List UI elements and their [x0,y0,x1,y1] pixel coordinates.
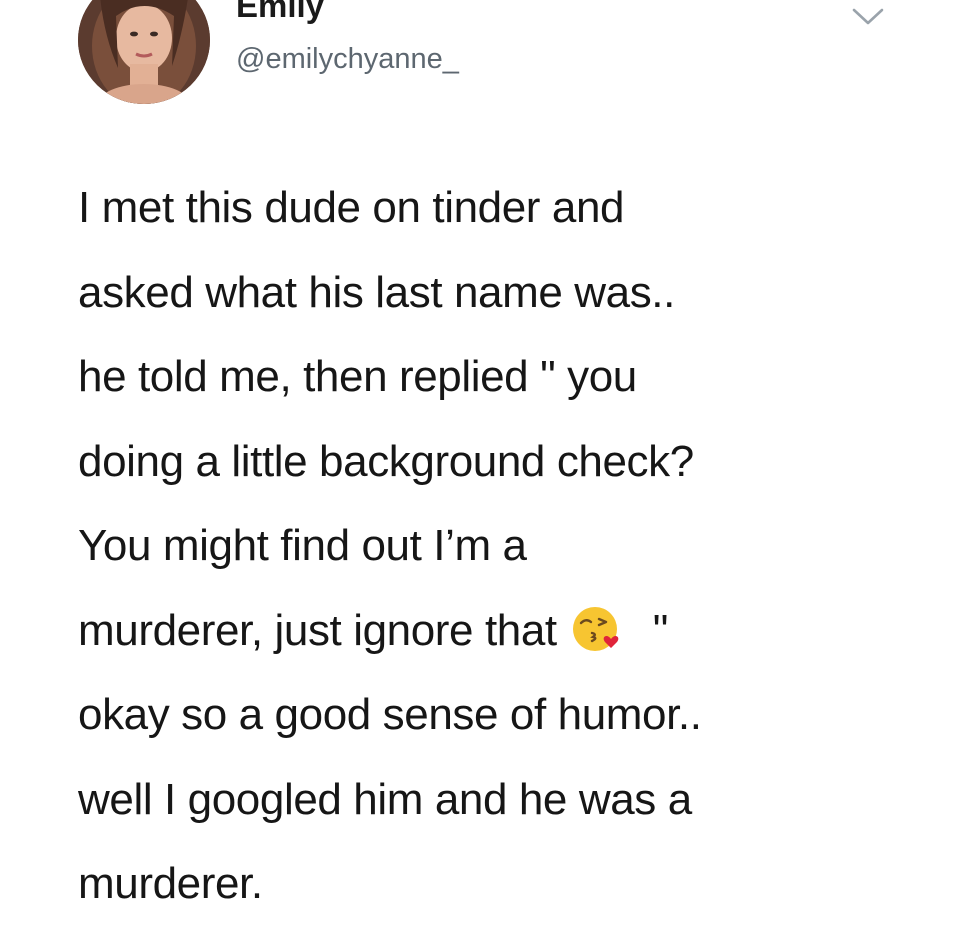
tweet-line-with-emoji: murderer, just ignore that " [78,589,938,674]
tweet-line: okay so a good sense of humor.. [78,690,702,739]
tweet-line: he told me, then replied " you [78,352,637,401]
kissing-face-emoji-icon [571,599,623,651]
tweet-text: I met this dude on tinder and asked what… [78,166,938,927]
tweet-header: Emily @emilychyanne_ [0,0,960,120]
tweet-line: murderer. [78,859,263,908]
avatar[interactable] [78,0,210,104]
display-name[interactable]: Emily [236,0,324,26]
tweet-line: well I googled him and he was a [78,774,692,824]
tweet-line: You might find out I’m a [78,521,527,570]
tweet-line: asked what his last name was.. [78,267,675,317]
tweet-line-text: murderer, just ignore that [78,605,557,655]
tweet-line: doing a little background check? [78,436,694,486]
chevron-down-icon[interactable] [848,4,888,30]
user-handle[interactable]: @emilychyanne_ [236,41,459,77]
closing-quote: " [652,605,669,655]
tweet-line: I met this dude on tinder and [78,183,625,232]
